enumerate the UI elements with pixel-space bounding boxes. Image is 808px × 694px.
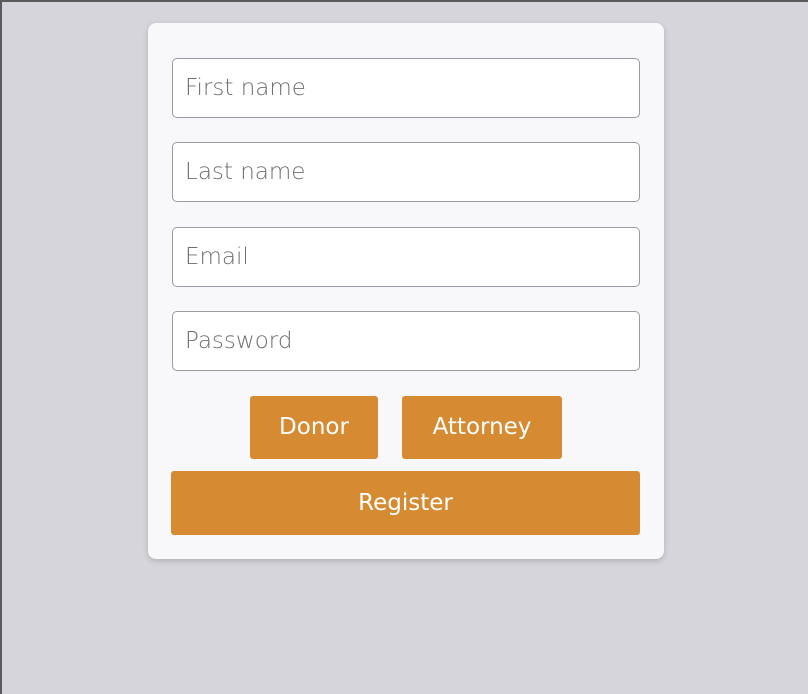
register-button[interactable]: Register [171, 471, 640, 535]
attorney-role-button[interactable]: Attorney [402, 396, 562, 459]
donor-role-button[interactable]: Donor [250, 396, 378, 459]
registration-card: Donor Attorney Register [148, 23, 664, 559]
page-viewport: Donor Attorney Register [0, 0, 808, 694]
first-name-input[interactable] [172, 58, 640, 118]
email-input[interactable] [172, 227, 640, 287]
last-name-input[interactable] [172, 142, 640, 202]
password-input[interactable] [172, 311, 640, 371]
